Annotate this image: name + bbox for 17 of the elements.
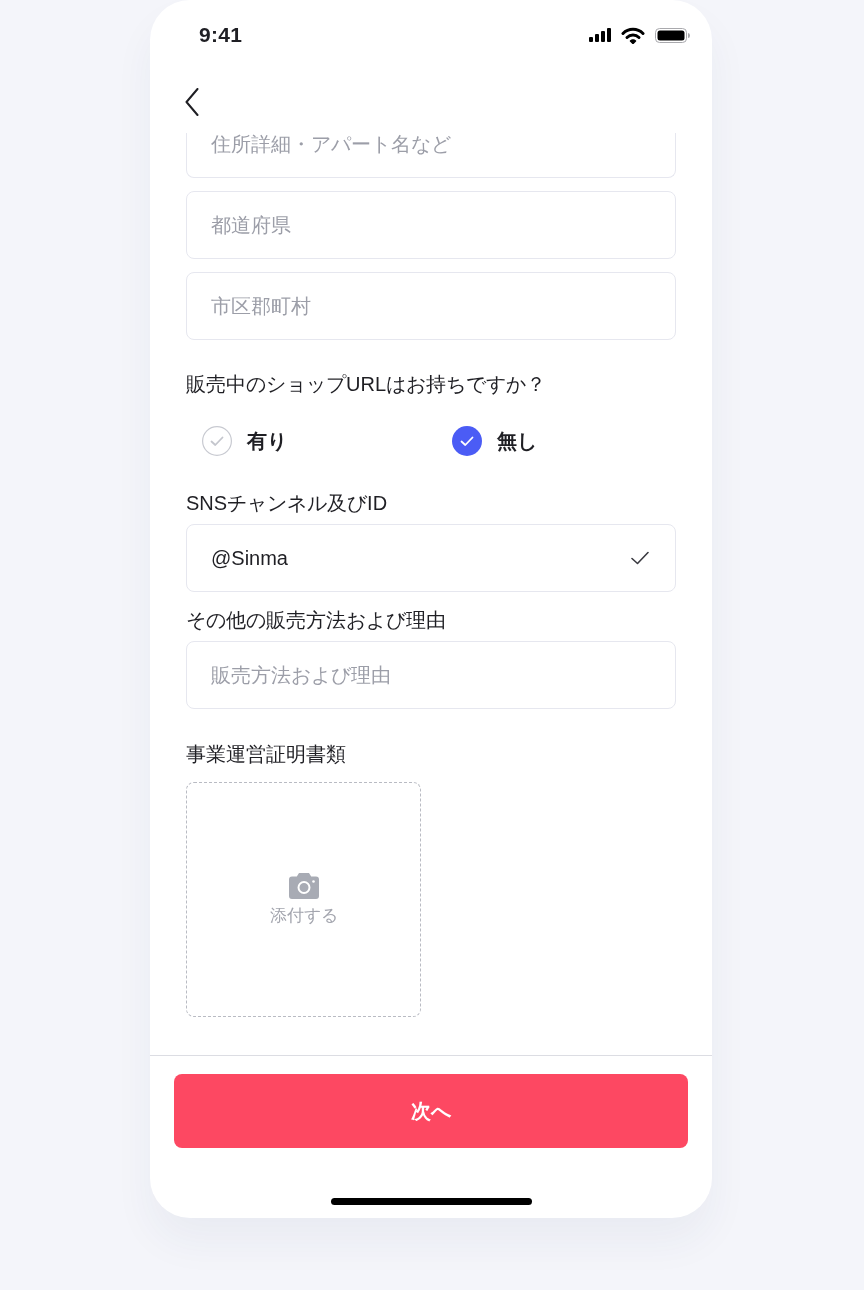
- status-time: 9:41: [199, 23, 243, 47]
- sns-input-field[interactable]: @Sinma: [186, 524, 676, 592]
- field-label: 事業運営証明書類: [186, 742, 346, 767]
- wifi-icon: [621, 26, 645, 44]
- camera-icon: [288, 872, 319, 899]
- question-label: 販売中のショップURLはお持ちですか？: [186, 372, 546, 397]
- battery-icon: [655, 27, 690, 43]
- signal-icon: [589, 28, 611, 42]
- radio-option[interactable]: 無し: [452, 426, 537, 456]
- address-input-field[interactable]: 市区郡町村: [186, 272, 676, 340]
- radio-option[interactable]: 有り: [202, 426, 287, 456]
- reason-input-field[interactable]: 販売方法および理由: [186, 641, 676, 709]
- address-input-field[interactable]: 住所詳細・アパート名など: [186, 133, 676, 178]
- field-label: SNSチャンネル及びID: [186, 491, 388, 516]
- back-icon[interactable]: [185, 87, 199, 116]
- field-label: その他の販売方法および理由: [186, 608, 446, 633]
- address-input-field[interactable]: 都道府県: [186, 191, 676, 259]
